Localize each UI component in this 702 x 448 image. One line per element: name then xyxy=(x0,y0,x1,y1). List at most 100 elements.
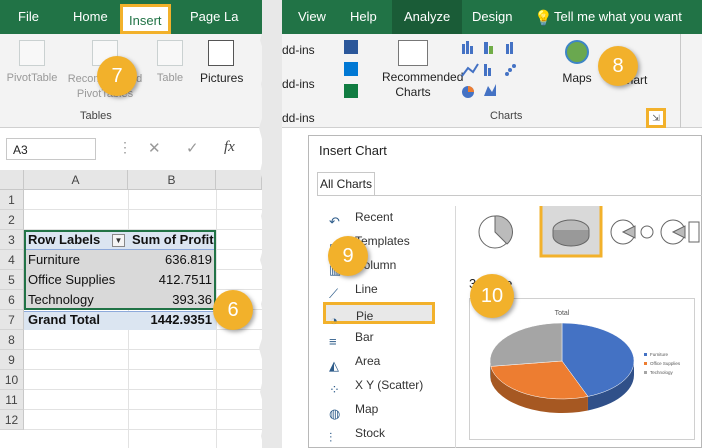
chart-type-pie[interactable]: ◔ Pie xyxy=(323,302,435,328)
row-header[interactable]: 9 xyxy=(0,350,24,370)
chart-type-recent[interactable]: ↶ Recent xyxy=(329,206,394,229)
pictures-button[interactable]: Pictures xyxy=(200,40,256,85)
table-button[interactable]: Table xyxy=(150,40,190,85)
enter-formula-button[interactable]: ✓ xyxy=(186,139,199,157)
charts-group-label: Charts xyxy=(490,110,523,122)
tab-home[interactable]: Home xyxy=(73,9,108,24)
ribbon-insert-right: dd-ins dd-ins dd-ins Recommended Charts xyxy=(282,34,702,128)
tell-me-search[interactable]: Tell me what you want xyxy=(554,9,682,24)
chart-type-bar[interactable]: ≡ Bar xyxy=(329,326,374,349)
row-header[interactable]: 5 xyxy=(0,270,24,290)
chart-gallery-icons xyxy=(461,41,516,98)
dialog-launcher-icon[interactable]: ⇲ xyxy=(646,108,666,128)
gridline xyxy=(24,369,262,370)
row-header[interactable]: 2 xyxy=(0,210,24,230)
legend-swatch xyxy=(644,371,647,374)
maps-button[interactable]: Maps xyxy=(560,40,594,85)
row-header[interactable]: 8 xyxy=(0,330,24,350)
maps-label: Maps xyxy=(562,71,592,85)
step-8-callout: 8 xyxy=(598,46,638,86)
chart-type-label: Stock xyxy=(355,426,386,440)
chart-type-stock[interactable]: ⫶ Stock xyxy=(329,422,386,445)
gridline xyxy=(24,389,262,390)
row-header[interactable]: 4 xyxy=(0,250,24,270)
pivottable-label: PivotTable xyxy=(6,72,58,84)
tab-design[interactable]: Design xyxy=(472,9,512,24)
stock-chart-icon: ⫶ xyxy=(329,429,333,445)
chart-type-line[interactable]: ⟋ Line xyxy=(329,278,378,301)
chart-type-label: Pie xyxy=(356,309,374,323)
cancel-formula-button[interactable]: ✕ xyxy=(148,139,161,157)
addins-button[interactable]: dd-ins xyxy=(282,112,328,125)
chart-type-gallery xyxy=(460,40,554,98)
legend-label: Office Supplies xyxy=(650,361,681,366)
map-chart-icon: ◍ xyxy=(329,405,341,421)
ribbon-tab-bar-right: View Help Analyze Design 💡 Tell me what … xyxy=(282,0,702,34)
pie-of-pie-subtype-thumb[interactable] xyxy=(610,219,654,245)
area-chart-icon: ◭ xyxy=(329,357,339,373)
step-9-callout: 9 xyxy=(328,236,368,276)
gridline xyxy=(24,349,262,350)
recommended-charts-label: Recommended Charts xyxy=(382,70,464,99)
pie-subtype-thumb[interactable] xyxy=(478,215,513,249)
gridline xyxy=(24,209,262,210)
tab-page-layout[interactable]: Page La xyxy=(190,9,238,24)
row-header[interactable]: 11 xyxy=(0,390,24,410)
chart-type-x-y-scatter[interactable]: ⁘ X Y (Scatter) xyxy=(329,374,424,397)
right-excel-panel: View Help Analyze Design 💡 Tell me what … xyxy=(282,0,702,448)
row-header[interactable]: 6 xyxy=(0,290,24,310)
chart-type-label: Map xyxy=(355,402,379,416)
chart-type-map[interactable]: ◍ Map xyxy=(329,398,379,421)
legend-swatch xyxy=(644,353,647,356)
chart-title: Total xyxy=(555,310,570,317)
pie-subtype-gallery xyxy=(478,206,700,258)
tab-view[interactable]: View xyxy=(298,9,326,24)
select-all-corner[interactable] xyxy=(0,170,24,190)
name-box[interactable]: A3 xyxy=(6,138,96,160)
tables-group-label: Tables xyxy=(80,110,112,122)
pictures-label: Pictures xyxy=(200,71,244,85)
line-chart-icon: ⟋ xyxy=(329,285,339,301)
insert-function-button[interactable]: fx xyxy=(224,139,235,156)
pivottable-icon xyxy=(19,40,45,66)
gridline xyxy=(24,429,262,430)
torn-edge-left xyxy=(259,0,274,448)
pie-slice-technology[interactable] xyxy=(489,322,563,367)
chart-type-label: Line xyxy=(355,282,378,296)
more-icon: ⋮ xyxy=(118,139,132,155)
recommended-charts-button[interactable]: Recommended Charts xyxy=(370,40,464,100)
legend-swatch xyxy=(644,362,647,365)
tab-insert[interactable]: Insert xyxy=(120,4,171,34)
chart-type-area[interactable]: ◭ Area xyxy=(329,350,380,373)
chart-preview[interactable]: Total Furniture Office Supplies Technology xyxy=(469,298,695,440)
pivottable-button[interactable]: PivotTable xyxy=(2,40,62,85)
row-header[interactable]: 12 xyxy=(0,410,24,430)
row-header[interactable]: 10 xyxy=(0,370,24,390)
row-header[interactable]: 7 xyxy=(0,310,24,330)
bing-icon xyxy=(344,62,358,76)
table-icon xyxy=(157,40,183,66)
pie-chart-preview: Total Furniture Office Supplies Technology xyxy=(489,310,681,413)
tab-help[interactable]: Help xyxy=(350,9,377,24)
group-divider xyxy=(680,34,681,128)
row-header[interactable]: 3 xyxy=(0,230,24,250)
scatter-chart-icon: ⁘ xyxy=(329,381,340,397)
grand-total-value: 1442.9351 xyxy=(150,312,212,327)
pictures-icon xyxy=(208,40,234,66)
column-header-a[interactable]: A xyxy=(24,170,128,190)
row-header[interactable]: 1 xyxy=(0,190,24,210)
column-header-b[interactable]: B xyxy=(128,170,216,190)
legend-label: Furniture xyxy=(650,352,669,357)
bar-of-pie-subtype-thumb[interactable] xyxy=(660,219,700,245)
grand-total-label: Grand Total xyxy=(28,312,100,327)
addins-button[interactable]: dd-ins xyxy=(282,78,328,91)
selection-border xyxy=(24,230,216,310)
tab-analyze[interactable]: Analyze xyxy=(392,0,463,34)
addins-button[interactable]: dd-ins xyxy=(282,44,328,57)
recent-icon: ↶ xyxy=(329,213,340,229)
tab-file[interactable]: File xyxy=(18,9,39,24)
tab-all-charts[interactable]: All Charts xyxy=(317,172,375,196)
chart-type-label: X Y (Scatter) xyxy=(355,378,424,392)
dialog-title: Insert Chart xyxy=(319,143,387,158)
chart-type-label: Recent xyxy=(355,210,394,224)
